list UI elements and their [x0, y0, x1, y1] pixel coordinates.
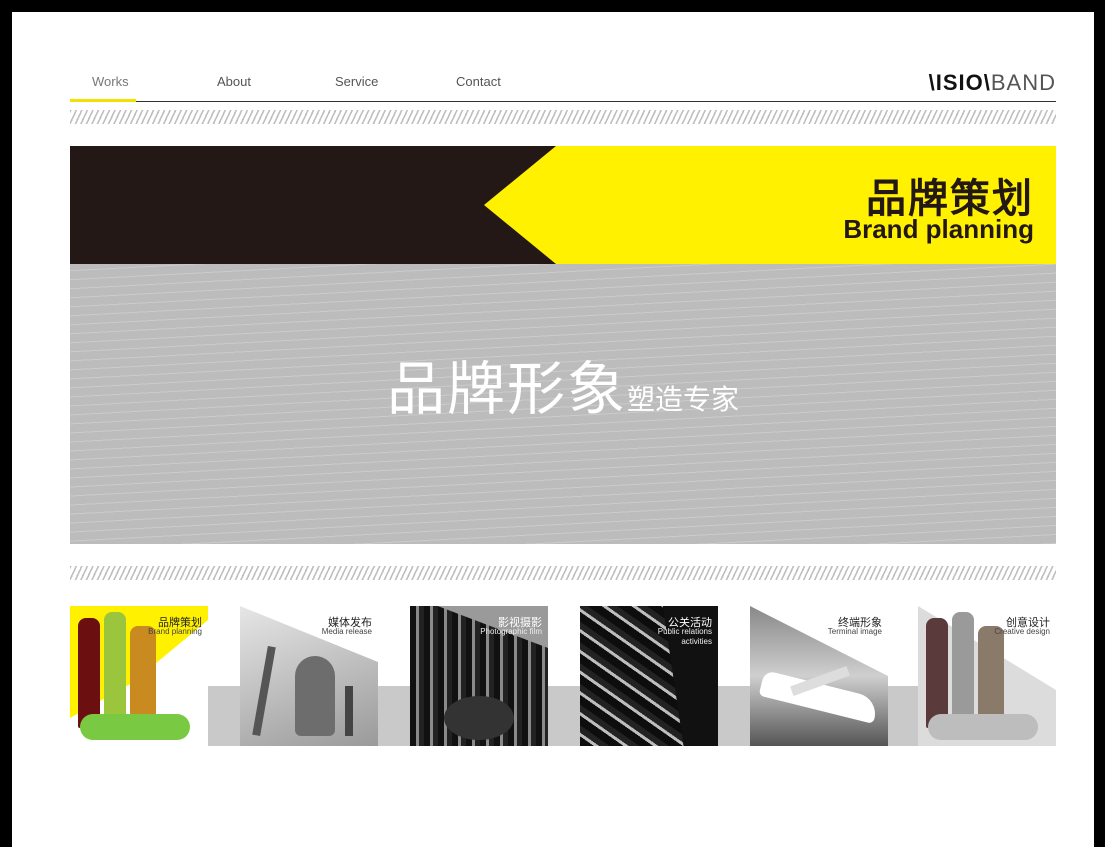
hatch-band-bottom — [70, 566, 1056, 580]
tile-title-en: Media release — [321, 627, 372, 636]
hero-slogan: 品牌形象塑造专家 — [70, 342, 1056, 426]
tile-title-en: Brand planning — [148, 627, 202, 636]
tile-brand-planning[interactable]: 品牌策划 Brand planning — [70, 606, 208, 746]
top-nav: Works About Service Contact \ISIO\BAND — [70, 60, 1056, 104]
hand-icon — [295, 656, 335, 736]
bottle-icon — [130, 626, 156, 728]
nav-works[interactable]: Works — [92, 74, 129, 89]
fruit-icon — [928, 714, 1038, 740]
tile-title-en: Creative design — [994, 627, 1050, 636]
hero-banner: 品牌策划 Brand planning — [70, 146, 1056, 264]
page: Works About Service Contact \ISIO\BAND 品… — [12, 12, 1094, 847]
hatch-band-top — [70, 110, 1056, 124]
key-icon — [345, 686, 353, 736]
hero-title-en: Brand planning — [843, 214, 1034, 244]
tile-media-release[interactable]: 媒体发布 Media release — [240, 606, 378, 746]
slogan-small: 塑造专家 — [627, 384, 740, 415]
tile-title-en: Photographic film — [480, 627, 542, 636]
hero-main-panel: 品牌形象塑造专家 — [70, 264, 1056, 544]
brand-logo[interactable]: \ISIO\BAND — [929, 70, 1056, 96]
nav-contact[interactable]: Contact — [456, 74, 501, 89]
nav-service[interactable]: Service — [335, 74, 378, 89]
tiles-gray-band — [70, 686, 1056, 746]
slogan-big: 品牌形象 — [386, 357, 627, 422]
tile-title-en: Public relations activities — [657, 627, 712, 646]
bottle-icon — [978, 626, 1004, 728]
tile-public-relations[interactable]: 公关活动 Public relations activities — [580, 606, 718, 746]
tile-title-en: Terminal image — [827, 627, 882, 636]
tile-terminal-image[interactable]: 终端形象 Terminal image — [750, 606, 888, 746]
nav-divider — [70, 101, 1056, 102]
bottle-icon — [78, 618, 100, 728]
service-tiles: 品牌策划 Brand planning 媒体发布 Media release 影… — [70, 606, 1056, 746]
bottle-icon — [926, 618, 948, 728]
nav-active-indicator — [70, 99, 136, 102]
nav-about[interactable]: About — [217, 74, 251, 89]
tile-photographic-film[interactable]: 影视摄影 Photographic film — [410, 606, 548, 746]
fruit-icon — [80, 714, 190, 740]
stage-icon — [444, 696, 514, 740]
tile-creative-design[interactable]: 创意设计 Creative design — [918, 606, 1056, 746]
